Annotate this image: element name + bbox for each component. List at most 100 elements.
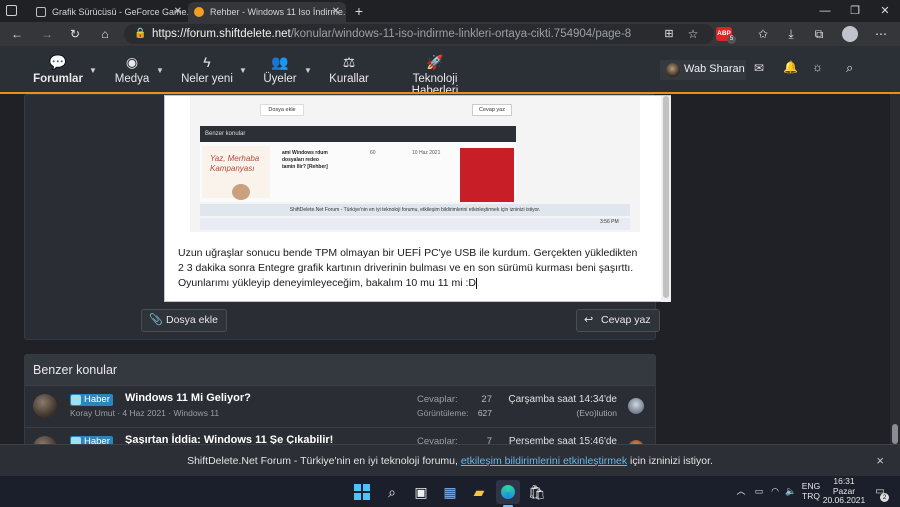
home-button[interactable]: ⌂: [94, 22, 116, 46]
forward-button[interactable]: →: [36, 22, 58, 46]
thread-row[interactable]: Haber Windows 11 Mi Geliyor? Koray Umut …: [25, 385, 655, 427]
nav-forumlar[interactable]: 💬 Forumlar: [30, 46, 86, 93]
post-reply-button[interactable]: ↩ Cevap yaz: [576, 309, 660, 332]
chevron-down-icon[interactable]: ▼: [89, 66, 97, 75]
embedded-reply-button: Cevap yaz: [472, 104, 512, 116]
collections-icon[interactable]: ⧉: [808, 22, 830, 46]
notification-count: 2: [880, 493, 889, 502]
user-menu[interactable]: Wab Sharan: [660, 60, 746, 80]
consent-link[interactable]: etkileşim bildirimlerini etkinleştirmek: [461, 455, 627, 467]
nav-teknoloji-haberleri[interactable]: 🚀 Teknoloji Haberleri: [388, 46, 482, 97]
button-label: Cevap yaz: [601, 314, 651, 326]
attach-file-button[interactable]: 📎 Dosya ekle: [141, 309, 227, 332]
network-icon[interactable]: ◠: [768, 476, 782, 507]
file-explorer-icon[interactable]: ▰: [467, 480, 491, 504]
chevron-down-icon[interactable]: ▼: [156, 66, 164, 75]
clock[interactable]: 16:31 Pazar 20.06.2021: [822, 476, 866, 507]
windows-taskbar: ⌕ ▣ ▦ ▰ 🛍 ︿ ▭ ◠ 🔈 ENG TRQ 16:31 Pazar 20…: [0, 476, 900, 507]
search-icon[interactable]: ⌕: [846, 60, 853, 76]
shiftdelete-favicon: [194, 7, 204, 17]
back-button[interactable]: ←: [6, 22, 28, 46]
embedded-taskbar: [200, 218, 630, 230]
nav-neler-yeni[interactable]: ϟ Neler yeni: [178, 46, 236, 93]
nav-uyeler[interactable]: 👥 Üyeler: [260, 46, 300, 93]
tab-actions-icon[interactable]: [6, 5, 17, 16]
last-post-date[interactable]: Çarşamba saat 14:34'de: [507, 394, 617, 405]
thread-row[interactable]: Haber Şaşırtan İddia: Windows 11 Şe Çıka…: [25, 427, 655, 444]
refresh-button[interactable]: ↻: [64, 22, 86, 46]
tab-title: Grafik Sürücüsü - GeForce Game...: [52, 7, 188, 17]
nav-label: Medya: [114, 73, 150, 85]
page-scrollbar-thumb[interactable]: [892, 424, 898, 444]
language-indicator[interactable]: ENG TRQ: [800, 476, 822, 507]
last-post-user[interactable]: (Evo)lution: [507, 408, 617, 418]
favorite-star-icon[interactable]: ☆: [682, 22, 704, 46]
search-icon[interactable]: ⌕: [380, 480, 404, 504]
views-count: 627: [477, 408, 492, 418]
minimize-button[interactable]: —: [810, 0, 840, 22]
tab-rehber-windows11[interactable]: Rehber - Windows 11 Iso İndirme... ✕: [188, 2, 346, 22]
forum-navigation: 💬 Forumlar ▼ ◉ Medya ▼ ϟ Neler yeni ▼ 👥 …: [0, 46, 900, 97]
replies-label: Cevaplar:: [417, 436, 458, 444]
embedded-similar-header: Benzer konular: [200, 126, 516, 142]
close-tab-icon[interactable]: ✕: [174, 2, 182, 22]
nav-label: Forumlar: [33, 73, 83, 85]
touchpad-icon[interactable]: ▭: [752, 476, 766, 507]
lock-icon: 🔒: [134, 28, 147, 39]
new-tab-button[interactable]: +: [350, 0, 368, 22]
nav-medya[interactable]: ◉ Medya: [108, 46, 156, 93]
volume-icon[interactable]: 🔈: [784, 476, 798, 507]
tab-grafik-surucusu[interactable]: Grafik Sürücüsü - GeForce Game... ✕: [30, 2, 188, 22]
embedded-date: 10 Haz 2021: [412, 150, 441, 156]
bell-icon[interactable]: 🔔: [783, 60, 798, 74]
bulb-icon[interactable]: ☼: [812, 60, 823, 74]
consent-text: ShiftDelete.Net Forum - Türkiye'nin en i…: [187, 455, 461, 467]
username: Wab Sharan: [684, 63, 745, 75]
replies-count: 7: [486, 436, 492, 444]
settings-more-icon[interactable]: ⋯: [870, 22, 892, 46]
page-content: Dosya ekle Cevap yaz Benzer konular Yaz,…: [0, 94, 900, 444]
thread-title[interactable]: Şaşırtan İddia: Windows 11 Şe Çıkabilir!: [125, 434, 333, 444]
nav-label: Üyeler: [263, 73, 297, 85]
reply-editor[interactable]: Dosya ekle Cevap yaz Benzer konular Yaz,…: [164, 95, 671, 302]
similar-threads: Benzer konular Haber Windows 11 Mi Geliy…: [24, 354, 656, 444]
button-label: Dosya ekle: [166, 314, 218, 326]
app-available-icon[interactable]: ⊞: [658, 22, 680, 46]
last-post-date[interactable]: Perşembe saat 15:46'de: [507, 436, 617, 444]
tray-chevron-icon[interactable]: ︿: [736, 476, 746, 507]
favorites-icon[interactable]: ✩: [752, 22, 774, 46]
users-icon: 👥: [271, 54, 289, 70]
edge-browser-icon[interactable]: [496, 480, 520, 504]
store-icon[interactable]: 🛍: [525, 480, 549, 504]
notification-center-icon[interactable]: ▭: [872, 476, 888, 507]
news-badge: Haber: [70, 394, 113, 406]
widgets-icon[interactable]: ▦: [438, 480, 462, 504]
maximize-button[interactable]: ❐: [840, 0, 870, 22]
editor-text[interactable]: Uzun uğraşlar sonucu bende TPM olmayan b…: [178, 246, 638, 291]
chevron-down-icon[interactable]: ▼: [239, 66, 247, 75]
clock-date: 20.06.2021: [822, 495, 866, 505]
nav-label: Kurallar: [329, 73, 369, 85]
address-bar[interactable]: 🔒 https://forum.shiftdelete.net/konular/…: [124, 24, 714, 44]
extension-count: 5: [727, 35, 736, 44]
replies-count: 27: [481, 394, 492, 405]
consent-text-end: için izninizi istiyor.: [627, 455, 713, 467]
page-scrollbar[interactable]: [890, 94, 900, 444]
embedded-clock: 3:56 PM: [600, 219, 619, 225]
avatar: [33, 436, 57, 444]
camera-icon: ◉: [125, 54, 139, 70]
close-window-button[interactable]: ✕: [870, 0, 900, 22]
messages-icon[interactable]: ✉: [754, 61, 764, 75]
chevron-down-icon[interactable]: ▼: [304, 66, 312, 75]
task-view-icon[interactable]: ▣: [409, 480, 433, 504]
embedded-screenshot: Dosya ekle Cevap yaz Benzer konular Yaz,…: [190, 96, 640, 232]
profile-avatar[interactable]: [842, 26, 858, 42]
nav-kurallar[interactable]: ⚖ Kurallar: [326, 46, 372, 93]
downloads-icon[interactable]: ⤓: [780, 22, 802, 46]
close-tab-icon[interactable]: ✕: [332, 2, 340, 22]
replies-label: Cevaplar:: [417, 394, 458, 405]
editor-scrollbar-thumb[interactable]: [663, 96, 669, 298]
close-icon[interactable]: ×: [876, 445, 884, 477]
windows-start-icon[interactable]: [350, 480, 374, 504]
thread-title[interactable]: Windows 11 Mi Geliyor?: [125, 392, 251, 404]
